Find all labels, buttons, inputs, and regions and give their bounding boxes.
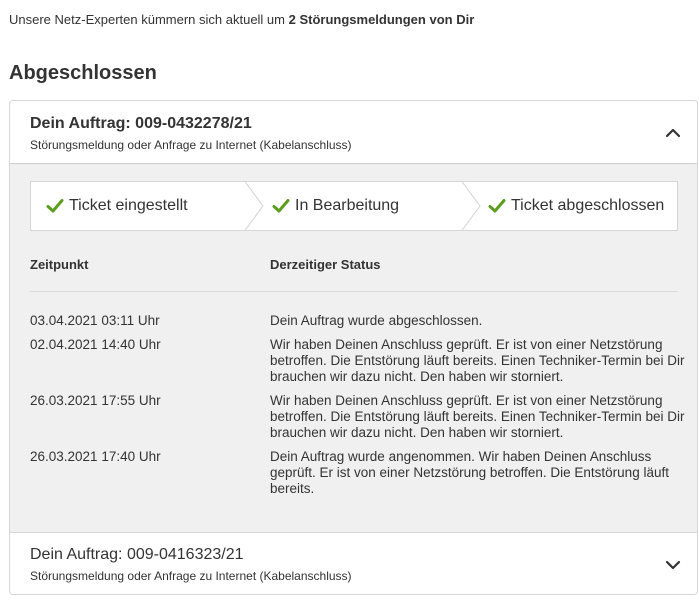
intro-prefix: Unsere Netz-Experten kümmern sich aktuel… xyxy=(9,12,285,27)
row-time: 26.03.2021 17:55 Uhr xyxy=(30,393,161,408)
order-details-1: Ticket eingestellt In Bearbeitung Ticket… xyxy=(10,165,697,532)
progress-steps: Ticket eingestellt In Bearbeitung Ticket… xyxy=(30,181,678,231)
order-subtitle-1: Störungsmeldung oder Anfrage zu Internet… xyxy=(30,138,352,152)
row-time: 26.03.2021 17:40 Uhr xyxy=(30,449,161,464)
column-header-time: Zeitpunkt xyxy=(30,257,89,272)
column-header-status: Derzeitiger Status xyxy=(270,257,381,272)
orders-card: Dein Auftrag: 009-0432278/21 Störungsmel… xyxy=(9,100,698,595)
row-status: Wir haben Deinen Anschluss geprüft. Er i… xyxy=(270,393,685,440)
intro-highlight: 2 Störungsmeldungen von Dir xyxy=(288,12,475,27)
step-in-progress: In Bearbeitung xyxy=(272,181,399,231)
row-status: Dein Auftrag wurde abgeschlossen. xyxy=(270,313,483,328)
step-ticket-created: Ticket eingestellt xyxy=(46,181,188,231)
intro-text: Unsere Netz-Experten kümmern sich aktuel… xyxy=(9,12,474,27)
check-icon xyxy=(272,199,290,213)
row-time: 02.04.2021 14:40 Uhr xyxy=(30,337,161,352)
order-title-2: Dein Auftrag: 009-0416323/21 xyxy=(30,546,244,563)
order-header-1[interactable]: Dein Auftrag: 009-0432278/21 Störungsmel… xyxy=(10,101,697,164)
step-ticket-closed: Ticket abgeschlossen xyxy=(488,181,664,231)
section-title: Abgeschlossen xyxy=(9,62,157,84)
row-status: Dein Auftrag wurde angenommen. Wir haben… xyxy=(270,449,669,496)
order-title-1: Dein Auftrag: 009-0432278/21 xyxy=(30,115,252,132)
order-subtitle-2: Störungsmeldung oder Anfrage zu Internet… xyxy=(30,569,352,583)
row-time: 03.04.2021 03:11 Uhr xyxy=(30,313,160,328)
step-label: Ticket eingestellt xyxy=(69,197,188,214)
order-header-2[interactable]: Dein Auftrag: 009-0416323/21 Störungsmel… xyxy=(10,532,697,594)
chevron-up-icon[interactable] xyxy=(665,125,681,141)
step-label: In Bearbeitung xyxy=(295,197,400,214)
table-divider xyxy=(30,291,678,292)
row-status: Wir haben Deinen Anschluss geprüft. Er i… xyxy=(270,337,685,384)
check-icon xyxy=(488,199,506,213)
step-label: Ticket abgeschlossen xyxy=(511,197,665,214)
chevron-down-icon[interactable] xyxy=(665,557,681,573)
check-icon xyxy=(46,199,64,213)
